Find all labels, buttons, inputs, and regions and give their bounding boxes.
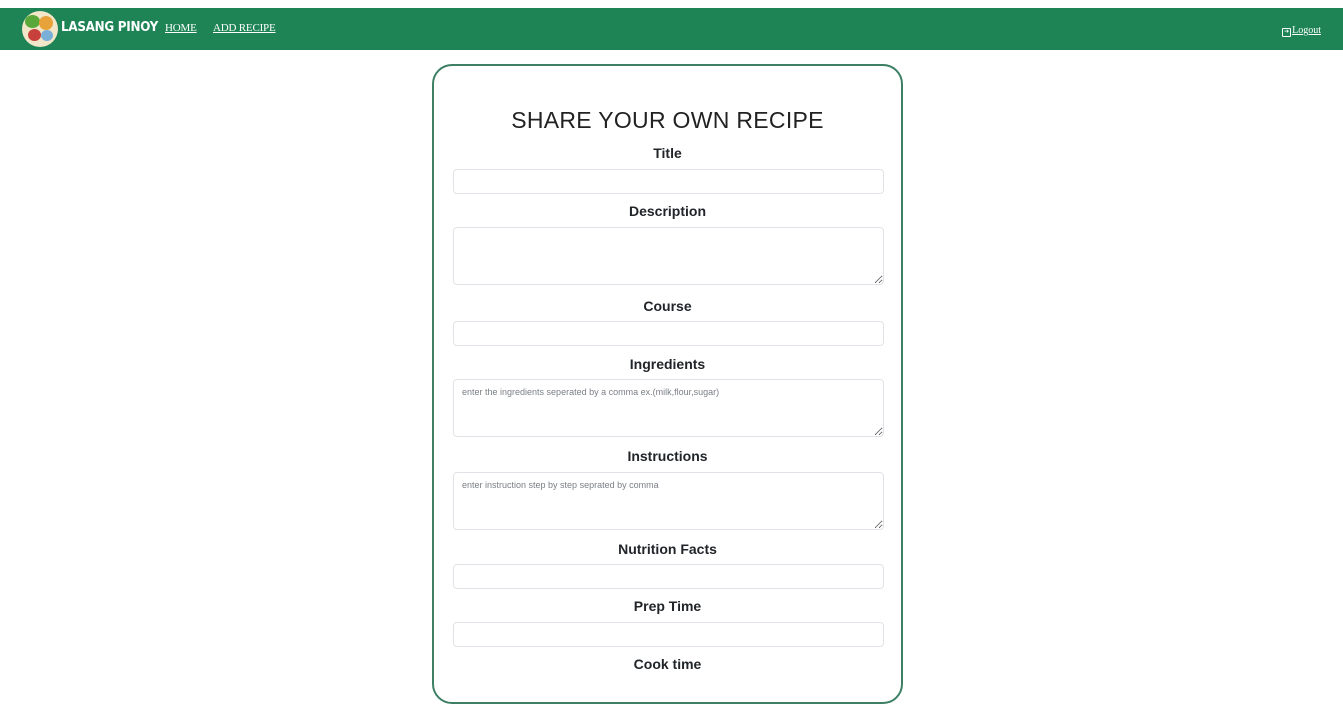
nav-link-add-recipe[interactable]: ADD RECIPE (213, 22, 276, 34)
prep-time-label: Prep Time (633, 598, 702, 614)
logout-icon: ➜ (1282, 28, 1292, 37)
instructions-textarea[interactable] (453, 472, 884, 530)
logout-link[interactable]: ➜ Logout (1282, 25, 1321, 37)
nutrition-facts-input[interactable] (453, 564, 884, 589)
form-heading: SHARE YOUR OWN RECIPE (511, 107, 824, 133)
course-label: Course (643, 298, 692, 314)
logout-label: Logout (1292, 25, 1321, 36)
prep-time-input[interactable] (453, 622, 884, 647)
brand-logo-icon[interactable] (22, 11, 58, 47)
title-input[interactable] (453, 169, 884, 194)
nav-link-home[interactable]: HOME (165, 22, 197, 34)
nutrition-facts-label: Nutrition Facts (618, 541, 717, 557)
top-navbar: LASANG PINOY HOME ADD RECIPE ➜ Logout (0, 8, 1343, 50)
description-textarea[interactable] (453, 227, 884, 285)
description-label: Description (628, 203, 706, 219)
course-input[interactable] (453, 321, 884, 346)
cook-time-label: Cook time (633, 656, 702, 672)
ingredients-label: Ingredients (629, 356, 706, 372)
instructions-label: Instructions (627, 448, 708, 464)
recipe-form-card: SHARE YOUR OWN RECIPE Title Description … (432, 64, 903, 704)
brand-name[interactable]: LASANG PINOY (61, 20, 158, 35)
ingredients-textarea[interactable] (453, 379, 884, 437)
title-label: Title (653, 145, 682, 161)
